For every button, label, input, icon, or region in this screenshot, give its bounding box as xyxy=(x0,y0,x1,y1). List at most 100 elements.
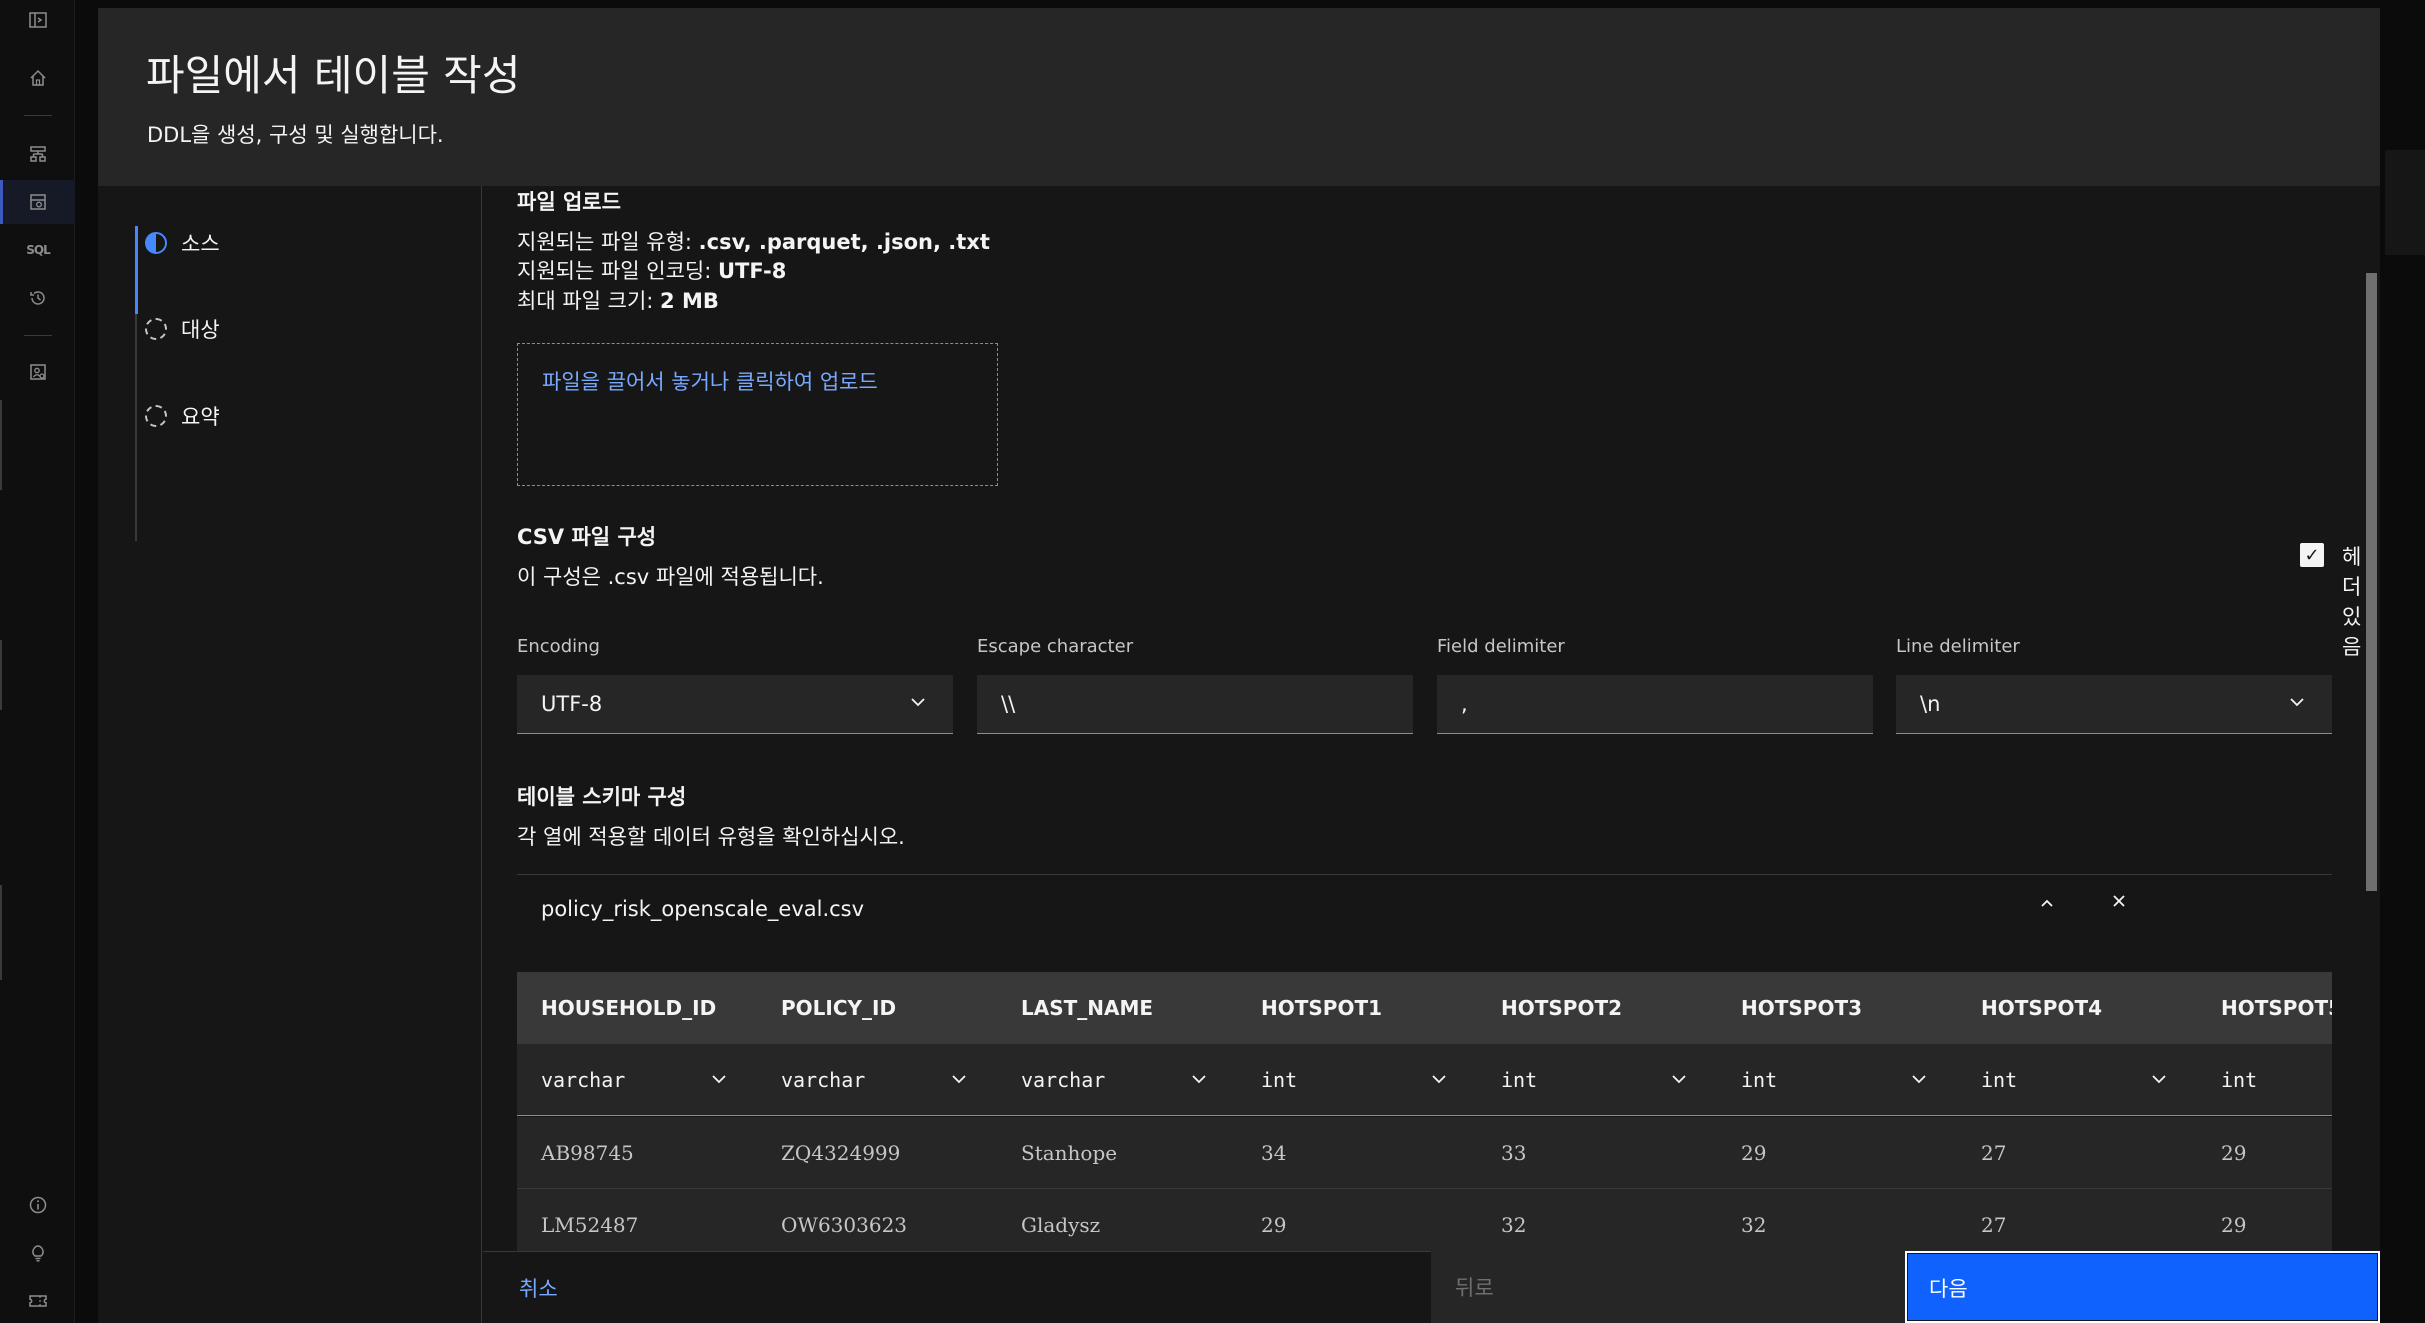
close-icon[interactable] xyxy=(2109,891,2129,917)
escape-value: \\ xyxy=(1001,692,1016,716)
chevron-down-icon xyxy=(1670,1070,1688,1092)
lightbulb-icon[interactable] xyxy=(26,1241,50,1265)
type-select[interactable]: int xyxy=(1237,1044,1477,1116)
table-cell: 34 xyxy=(1261,1141,1287,1165)
max-file-size: 최대 파일 크기: 2 MB xyxy=(517,289,719,313)
type-select[interactable]: varchar xyxy=(517,1044,757,1116)
step-source[interactable]: 소스 xyxy=(135,223,220,263)
type-select[interactable]: int xyxy=(1477,1044,1717,1116)
chevron-down-icon xyxy=(2288,693,2306,715)
supported-encoding: 지원되는 파일 인코딩: UTF-8 xyxy=(517,259,787,283)
column-header: HOTSPOT5 xyxy=(2221,996,2332,1020)
table-cell: ZQ4324999 xyxy=(781,1141,901,1165)
type-select[interactable]: varchar xyxy=(757,1044,997,1116)
side-navigation: SQL xyxy=(0,0,75,1323)
table-cell: 29 xyxy=(2221,1141,2247,1165)
chevron-down-icon xyxy=(1190,1070,1208,1092)
column-header: HOTSPOT2 xyxy=(1501,996,1623,1020)
background-panel xyxy=(2385,150,2425,255)
csv-config-description: 이 구성은 .csv 파일에 적용됩니다. xyxy=(517,565,824,589)
field-delimiter-label: Field delimiter xyxy=(1437,636,1565,657)
encoding-value: UTF-8 xyxy=(541,692,603,716)
back-button[interactable]: 뒤로 xyxy=(1431,1251,1905,1323)
table-cell: Stanhope xyxy=(1021,1141,1118,1165)
schema-description: 각 열에 적용할 데이터 유형을 확인하십시오. xyxy=(517,825,905,849)
type-select[interactable]: int xyxy=(1717,1044,1957,1116)
sql-icon[interactable]: SQL xyxy=(26,238,51,262)
window-edge xyxy=(0,400,2,490)
data-structure-icon[interactable] xyxy=(26,142,50,166)
panel-toggle-icon[interactable] xyxy=(26,8,50,32)
data-manager-icon[interactable] xyxy=(26,190,50,214)
window-edge xyxy=(0,885,2,980)
next-button[interactable]: 다음 xyxy=(1905,1251,2380,1323)
table-cell: 27 xyxy=(1981,1213,2007,1237)
modal-footer: 취소 뒤로 다음 xyxy=(483,1251,2380,1323)
table-cell: LM52487 xyxy=(541,1213,639,1237)
table-cell: 32 xyxy=(1741,1213,1767,1237)
field-delimiter-input[interactable]: , xyxy=(1437,675,1873,734)
line-delimiter-dropdown[interactable]: \n xyxy=(1896,675,2332,734)
chevron-down-icon xyxy=(1430,1070,1448,1092)
column-header: LAST_NAME xyxy=(1021,996,1154,1020)
ticket-icon[interactable] xyxy=(26,1289,50,1313)
step-label: 대상 xyxy=(181,318,220,342)
content-scrollbar[interactable] xyxy=(2366,273,2377,891)
step-incomplete-icon xyxy=(145,405,167,427)
type-select[interactable]: int xyxy=(2197,1044,2332,1116)
type-value: int xyxy=(1981,1068,2018,1092)
column-header: POLICY_ID xyxy=(781,996,897,1020)
table-cell: OW6303623 xyxy=(781,1213,908,1237)
dropzone-text[interactable]: 파일을 끌어서 놓거나 클릭하여 업로드 xyxy=(542,366,878,396)
type-select[interactable]: int xyxy=(1957,1044,2197,1116)
csv-config-title: CSV 파일 구성 xyxy=(517,525,657,549)
table-cell: 29 xyxy=(2221,1213,2247,1237)
progress-indicator: 소스 대상 요약 xyxy=(98,186,482,1323)
table-cell: 32 xyxy=(1501,1213,1527,1237)
type-value: varchar xyxy=(541,1068,626,1092)
cancel-button[interactable]: 취소 xyxy=(483,1251,1431,1323)
step-summary[interactable]: 요약 xyxy=(135,396,220,436)
chevron-up-icon[interactable] xyxy=(2037,893,2057,918)
type-select[interactable]: varchar xyxy=(997,1044,1237,1116)
supported-types: 지원되는 파일 유형: .csv, .parquet, .json, .txt xyxy=(517,230,990,254)
modal-title: 파일에서 테이블 작성 xyxy=(146,51,521,100)
encoding-dropdown[interactable]: UTF-8 xyxy=(517,675,953,734)
home-icon[interactable] xyxy=(26,66,50,90)
file-accordion[interactable]: policy_risk_openscale_eval.csv xyxy=(517,874,2332,947)
file-dropzone[interactable]: 파일을 끌어서 놓거나 클릭하여 업로드 xyxy=(517,343,998,486)
access-control-icon[interactable] xyxy=(26,360,50,384)
info-icon[interactable] xyxy=(26,1193,50,1217)
column-header: HOTSPOT4 xyxy=(1981,996,2103,1020)
step-target[interactable]: 대상 xyxy=(135,309,220,349)
table-cell: 27 xyxy=(1981,1141,2007,1165)
line-delimiter-label: Line delimiter xyxy=(1896,636,2020,657)
schema-title: 테이블 스키마 구성 xyxy=(517,785,687,809)
type-value: varchar xyxy=(1021,1068,1106,1092)
type-value: varchar xyxy=(781,1068,866,1092)
escape-character-input[interactable]: \\ xyxy=(977,675,1413,734)
line-delimiter-value: \n xyxy=(1920,692,1941,716)
modal-header: 파일에서 테이블 작성 DDL을 생성, 구성 및 실행합니다. xyxy=(98,8,2380,186)
source-form: 파일 업로드 지원되는 파일 유형: .csv, .parquet, .json… xyxy=(483,186,2380,1251)
step-label: 소스 xyxy=(181,232,220,256)
table-cell: 29 xyxy=(1741,1141,1767,1165)
type-value: int xyxy=(2221,1068,2258,1092)
history-icon[interactable] xyxy=(26,286,50,310)
column-header: HOUSEHOLD_ID xyxy=(541,996,717,1020)
column-header: HOTSPOT1 xyxy=(1261,996,1383,1020)
encoding-label: Encoding xyxy=(517,636,600,657)
table-cell: Gladysz xyxy=(1021,1213,1101,1237)
step-incomplete-icon xyxy=(145,318,167,340)
header-checkbox[interactable]: ✓ xyxy=(2300,543,2324,567)
file-name: policy_risk_openscale_eval.csv xyxy=(541,897,865,921)
type-value: int xyxy=(1741,1068,1778,1092)
chevron-down-icon xyxy=(710,1070,728,1092)
table-cell: 33 xyxy=(1501,1141,1527,1165)
type-value: int xyxy=(1261,1068,1298,1092)
nav-divider xyxy=(24,335,52,336)
column-header: HOTSPOT3 xyxy=(1741,996,1863,1020)
modal-subtitle: DDL을 생성, 구성 및 실행합니다. xyxy=(147,123,444,147)
chevron-down-icon xyxy=(950,1070,968,1092)
type-value: int xyxy=(1501,1068,1538,1092)
